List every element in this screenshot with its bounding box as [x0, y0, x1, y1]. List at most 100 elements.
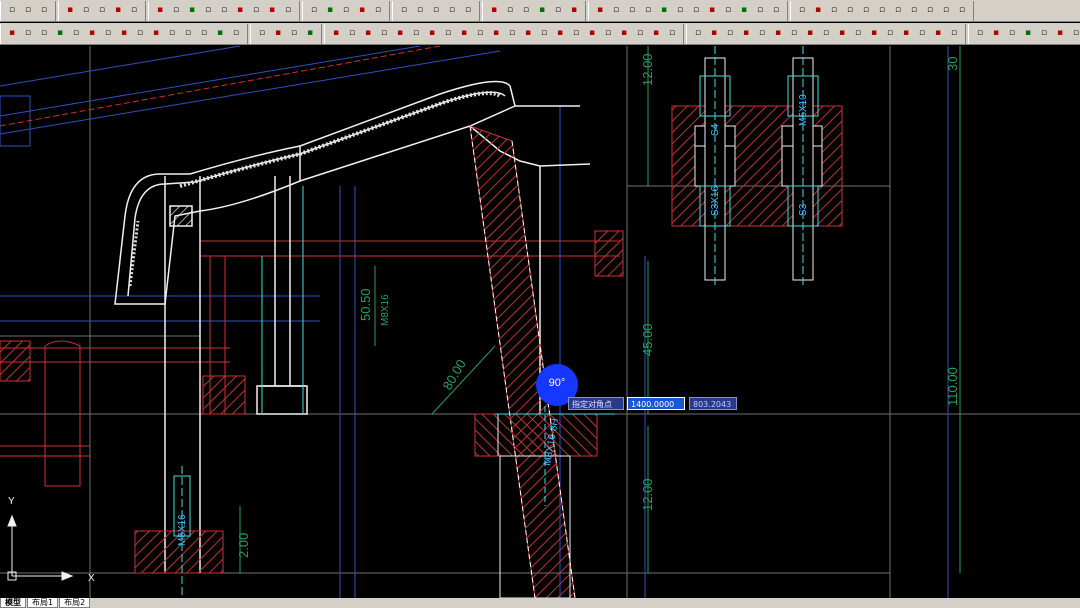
toolbar-button-icon[interactable]: ▫ — [601, 27, 615, 41]
toolbar-button-icon[interactable]: ▪ — [1053, 27, 1067, 41]
toolbar-button-icon[interactable]: ▫ — [787, 27, 801, 41]
tab-layout2[interactable]: 布局2 — [59, 598, 91, 608]
toolbar-button-icon[interactable]: ▫ — [503, 4, 517, 18]
toolbar-button-icon[interactable]: ▫ — [249, 4, 263, 18]
toolbar-button-icon[interactable]: ▪ — [233, 4, 247, 18]
toolbar-button-icon[interactable]: ▫ — [755, 27, 769, 41]
toolbar-button-icon[interactable]: ▫ — [281, 4, 295, 18]
toolbar-button-icon[interactable]: ▫ — [217, 4, 231, 18]
toolbar-button-icon[interactable]: ▫ — [1037, 27, 1051, 41]
toolbar-button-icon[interactable]: ▫ — [473, 27, 487, 41]
toolbar-button-icon[interactable]: ▪ — [803, 27, 817, 41]
toolbar-button-icon[interactable]: ▪ — [425, 27, 439, 41]
toolbar-button-icon[interactable]: ▪ — [63, 4, 77, 18]
toolbar-button-icon[interactable]: ▪ — [361, 27, 375, 41]
toolbar-button-icon[interactable]: ▫ — [665, 27, 679, 41]
toolbar-button-icon[interactable]: ▫ — [907, 4, 921, 18]
toolbar-button-icon[interactable]: ▪ — [271, 27, 285, 41]
toolbar-button-icon[interactable]: ▫ — [197, 27, 211, 41]
toolbar-button-icon[interactable]: ▫ — [339, 4, 353, 18]
toolbar-button-icon[interactable]: ▫ — [723, 27, 737, 41]
toolbar-button-icon[interactable]: ▫ — [915, 27, 929, 41]
toolbar-button-icon[interactable]: ▪ — [5, 27, 19, 41]
toolbar-button-icon[interactable]: ▫ — [441, 27, 455, 41]
toolbar-button-icon[interactable]: ▪ — [771, 27, 785, 41]
toolbar-button-icon[interactable]: ▫ — [859, 4, 873, 18]
dynamic-input-x[interactable]: 1400.0000 — [627, 397, 685, 410]
toolbar-button-icon[interactable]: ▫ — [883, 27, 897, 41]
toolbar-button-icon[interactable]: ▪ — [355, 4, 369, 18]
toolbar-button-icon[interactable]: ▫ — [133, 27, 147, 41]
toolbar-button-icon[interactable]: ▪ — [393, 27, 407, 41]
toolbar-button-icon[interactable]: ▫ — [609, 4, 623, 18]
toolbar-button-icon[interactable]: ▫ — [69, 27, 83, 41]
toolbar-button-icon[interactable]: ▪ — [593, 4, 607, 18]
toolbar-button-icon[interactable]: ▫ — [1005, 27, 1019, 41]
toolbar-button-icon[interactable]: ▫ — [5, 4, 19, 18]
toolbar-button-icon[interactable]: ▫ — [429, 4, 443, 18]
toolbar-button-icon[interactable]: ▪ — [185, 4, 199, 18]
toolbar-button-icon[interactable]: ▫ — [127, 4, 141, 18]
toolbar-button-icon[interactable]: ▫ — [851, 27, 865, 41]
toolbar-button-icon[interactable]: ▪ — [705, 4, 719, 18]
toolbar-button-icon[interactable]: ▫ — [79, 4, 93, 18]
toolbar-button-icon[interactable]: ▫ — [165, 27, 179, 41]
toolbar-button-icon[interactable]: ▪ — [457, 27, 471, 41]
toolbar-button-icon[interactable]: ▪ — [213, 27, 227, 41]
toolbar-button-icon[interactable]: ▪ — [323, 4, 337, 18]
toolbar-button-icon[interactable]: ▪ — [989, 27, 1003, 41]
toolbar-button-icon[interactable]: ▫ — [923, 4, 937, 18]
toolbar-button-icon[interactable]: ▪ — [53, 27, 67, 41]
toolbar-button-icon[interactable]: ▪ — [739, 27, 753, 41]
toolbar-button-icon[interactable]: ▪ — [737, 4, 751, 18]
toolbar-button-icon[interactable]: ▪ — [489, 27, 503, 41]
toolbar-button-icon[interactable]: ▪ — [111, 4, 125, 18]
toolbar-button-icon[interactable]: ▫ — [287, 27, 301, 41]
toolbar-button-icon[interactable]: ▫ — [641, 4, 655, 18]
toolbar-button-icon[interactable]: ▪ — [85, 27, 99, 41]
toolbar-button-icon[interactable]: ▫ — [827, 4, 841, 18]
toolbar-button-icon[interactable]: ▪ — [117, 27, 131, 41]
toolbar-button-icon[interactable]: ▪ — [931, 27, 945, 41]
toolbar-button-icon[interactable]: ▪ — [303, 27, 317, 41]
toolbar-button-icon[interactable]: ▫ — [537, 27, 551, 41]
toolbar-button-icon[interactable]: ▫ — [229, 27, 243, 41]
toolbar-button-icon[interactable]: ▫ — [721, 4, 735, 18]
toolbar-button-icon[interactable]: ▫ — [689, 4, 703, 18]
toolbar-button-icon[interactable]: ▫ — [397, 4, 411, 18]
toolbar-button-icon[interactable]: ▫ — [769, 4, 783, 18]
toolbar-button-icon[interactable]: ▪ — [867, 27, 881, 41]
toolbar-button-icon[interactable]: ▪ — [265, 4, 279, 18]
toolbar-button-icon[interactable]: ▫ — [875, 4, 889, 18]
toolbar-button-icon[interactable]: ▪ — [535, 4, 549, 18]
toolbar-button-icon[interactable]: ▪ — [707, 27, 721, 41]
toolbar-button-icon[interactable]: ▫ — [955, 4, 969, 18]
toolbar-button-icon[interactable]: ▫ — [409, 27, 423, 41]
toolbar-button-icon[interactable]: ▪ — [899, 27, 913, 41]
toolbar-button-icon[interactable]: ▫ — [413, 4, 427, 18]
toolbar-button-icon[interactable]: ▫ — [307, 4, 321, 18]
toolbar-button-icon[interactable]: ▫ — [95, 4, 109, 18]
toolbar-button-icon[interactable]: ▪ — [329, 27, 343, 41]
toolbar-button-icon[interactable]: ▪ — [617, 27, 631, 41]
toolbar-button-icon[interactable]: ▫ — [795, 4, 809, 18]
toolbar-button-icon[interactable]: ▫ — [181, 27, 195, 41]
toolbar-button-icon[interactable]: ▫ — [371, 4, 385, 18]
toolbar-button-icon[interactable]: ▫ — [1069, 27, 1080, 41]
toolbar-button-icon[interactable]: ▫ — [939, 4, 953, 18]
toolbar-button-icon[interactable]: ▪ — [149, 27, 163, 41]
drawing-canvas[interactable]: 12.00 30 45.00 110.00 12.00 80.00 2.00 5… — [0, 46, 1080, 598]
toolbar-button-icon[interactable]: ▪ — [521, 27, 535, 41]
toolbar-button-icon[interactable]: ▫ — [377, 27, 391, 41]
toolbar-button-icon[interactable]: ▫ — [201, 4, 215, 18]
toolbar-button-icon[interactable]: ▪ — [1021, 27, 1035, 41]
toolbar-button-icon[interactable]: ▫ — [973, 27, 987, 41]
toolbar-button-icon[interactable]: ▪ — [811, 4, 825, 18]
toolbar-button-icon[interactable]: ▫ — [37, 27, 51, 41]
toolbar-button-icon[interactable]: ▫ — [461, 4, 475, 18]
toolbar-button-icon[interactable]: ▫ — [519, 4, 533, 18]
toolbar-button-icon[interactable]: ▫ — [753, 4, 767, 18]
toolbar-button-icon[interactable]: ▫ — [101, 27, 115, 41]
toolbar-button-icon[interactable]: ▫ — [445, 4, 459, 18]
tab-model[interactable]: 模型 — [0, 598, 26, 608]
